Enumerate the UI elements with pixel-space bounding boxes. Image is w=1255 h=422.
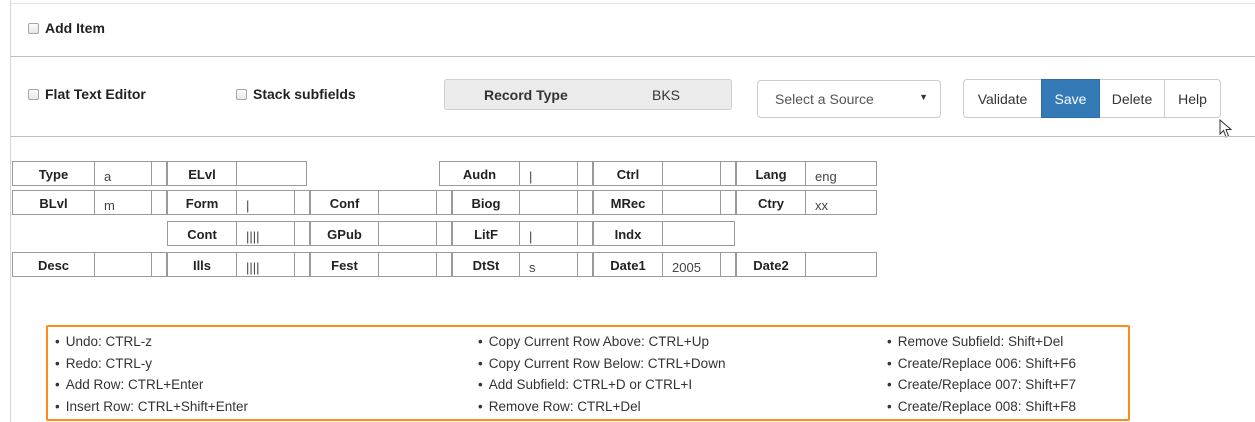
fixed-field-input[interactable] <box>378 190 437 215</box>
fixed-field-input[interactable] <box>662 161 721 186</box>
fixed-field-label: Indx <box>593 221 662 246</box>
source-select[interactable]: Select a Source ▼ <box>757 80 941 118</box>
flat-text-editor-label: Flat Text Editor <box>45 86 146 102</box>
divider-top <box>11 56 1255 57</box>
shortcut-item: Undo: CTRL-z <box>55 331 248 353</box>
fixed-field-spacer <box>152 252 167 277</box>
shortcuts-column-1: Undo: CTRL-z Redo: CTRL-y Add Row: CTRL+… <box>55 331 248 417</box>
add-item-label: Add Item <box>45 20 105 36</box>
fixed-field-input[interactable] <box>94 252 152 277</box>
shortcut-item: Redo: CTRL-y <box>55 353 248 375</box>
fixed-field-label: Conf <box>310 190 378 215</box>
fixed-field-label: Ctry <box>736 190 805 215</box>
fixed-field-label: Date2 <box>736 252 805 277</box>
record-type-display: Record Type BKS <box>444 79 732 110</box>
add-item-checkbox[interactable] <box>28 23 39 34</box>
fixed-field-input[interactable]: |||| <box>236 221 295 246</box>
fixed-field-spacer <box>295 221 310 246</box>
fixed-field-spacer <box>295 252 310 277</box>
fixed-field-spacer <box>437 221 452 246</box>
shortcut-item: Insert Row: CTRL+Shift+Enter <box>55 396 248 418</box>
fixed-field-spacer <box>721 252 736 277</box>
shortcut-item: Copy Current Row Below: CTRL+Down <box>478 353 726 375</box>
fixed-field-label: MRec <box>593 190 662 215</box>
fixed-field-input[interactable]: xx <box>805 190 877 215</box>
shortcut-item: Copy Current Row Above: CTRL+Up <box>478 331 725 353</box>
shortcut-item: Add Row: CTRL+Enter <box>55 374 248 396</box>
stack-subfields-option[interactable]: Stack subfields <box>236 86 356 102</box>
add-item-checkbox-row[interactable]: Add Item <box>28 20 105 36</box>
fixed-field-input[interactable]: | <box>236 190 295 215</box>
shortcuts-column-2: Copy Current Row Above: CTRL+Up Copy Cur… <box>478 331 726 418</box>
fixed-field-input[interactable] <box>662 190 721 215</box>
fixed-field-input[interactable]: a <box>94 161 152 186</box>
fixed-field-label: Ctrl <box>593 161 662 186</box>
fixed-field-input[interactable] <box>378 252 437 277</box>
fixed-field-label: Type <box>12 161 94 186</box>
chevron-down-icon: ▼ <box>919 92 928 102</box>
fixed-field-input[interactable]: eng <box>805 161 877 186</box>
fixed-field-label: Lang <box>736 161 805 186</box>
fixed-field-spacer <box>578 161 593 186</box>
fixed-field-label: Fest <box>310 252 378 277</box>
fixed-field-label: Date1 <box>593 252 662 277</box>
stack-subfields-label: Stack subfields <box>253 86 356 102</box>
fixed-field-input[interactable]: m <box>94 190 152 215</box>
fixed-field-label: GPub <box>310 221 378 246</box>
shortcut-item: Create/Replace 008: Shift+F8 <box>887 396 1076 418</box>
validate-button[interactable]: Validate <box>963 79 1042 118</box>
fixed-field-input[interactable] <box>378 221 437 246</box>
fixed-field-input[interactable]: |||| <box>236 252 295 277</box>
fixed-field-input[interactable]: 2005 <box>662 252 721 277</box>
fixed-field-input[interactable]: s <box>519 252 578 277</box>
shortcut-item: Remove Row: CTRL+Del <box>478 396 725 418</box>
record-type-label: Record Type <box>484 87 568 103</box>
shortcuts-column-3: Remove Subfield: Shift+Del Create/Replac… <box>887 331 1076 417</box>
shortcut-item: Add Subfield: CTRL+D or CTRL+I <box>478 374 725 396</box>
fixed-field-input[interactable] <box>519 190 578 215</box>
fixed-field-spacer <box>578 190 593 215</box>
fixed-field-input[interactable] <box>662 221 735 246</box>
action-button-group: Validate Save Delete Help <box>963 79 1221 118</box>
keyboard-shortcuts-panel: Undo: CTRL-z Redo: CTRL-y Add Row: CTRL+… <box>46 325 1130 421</box>
fixed-field-spacer <box>721 161 736 186</box>
fixed-field-input[interactable] <box>805 252 877 277</box>
fixed-field-label: ELvl <box>167 161 236 186</box>
fixed-field-input[interactable]: | <box>519 221 578 246</box>
stack-subfields-checkbox[interactable] <box>236 89 247 100</box>
fixed-field-label: DtSt <box>452 252 519 277</box>
marc-editor-panel: Add Item Flat Text Editor Stack subfield… <box>10 0 1255 422</box>
shortcut-item: Create/Replace 006: Shift+F6 <box>887 353 1076 375</box>
fixed-field-spacer <box>152 161 167 186</box>
fixed-field-label: Audn <box>439 161 519 186</box>
fixed-field-spacer <box>152 190 167 215</box>
save-button[interactable]: Save <box>1041 79 1100 118</box>
top-border <box>11 3 1255 4</box>
fixed-field-spacer <box>578 252 593 277</box>
shortcut-item: Remove Subfield: Shift+Del <box>887 331 1076 353</box>
flat-text-editor-option[interactable]: Flat Text Editor <box>28 86 146 102</box>
fixed-field-input[interactable] <box>236 161 307 186</box>
flat-text-editor-checkbox[interactable] <box>28 89 39 100</box>
fixed-field-label: Ills <box>167 252 236 277</box>
shortcut-item: Create/Replace 007: Shift+F7 <box>887 374 1076 396</box>
divider-middle <box>11 136 1255 137</box>
fixed-field-label: BLvl <box>12 190 94 215</box>
fixed-field-spacer <box>437 190 452 215</box>
fixed-field-label: Desc <box>12 252 94 277</box>
record-type-value: BKS <box>652 87 681 103</box>
fixed-field-spacer <box>437 252 452 277</box>
fixed-field-label: Biog <box>452 190 519 215</box>
delete-button[interactable]: Delete <box>1099 79 1165 118</box>
fixed-field-label: Cont <box>167 221 236 246</box>
fixed-field-spacer <box>578 221 593 246</box>
fixed-field-spacer <box>295 190 310 215</box>
fixed-field-spacer <box>721 190 736 215</box>
fixed-field-label: Form <box>167 190 236 215</box>
source-select-value: Select a Source <box>775 91 874 107</box>
help-button[interactable]: Help <box>1164 79 1221 118</box>
fixed-field-input[interactable]: | <box>519 161 578 186</box>
fixed-field-label: LitF <box>452 221 519 246</box>
